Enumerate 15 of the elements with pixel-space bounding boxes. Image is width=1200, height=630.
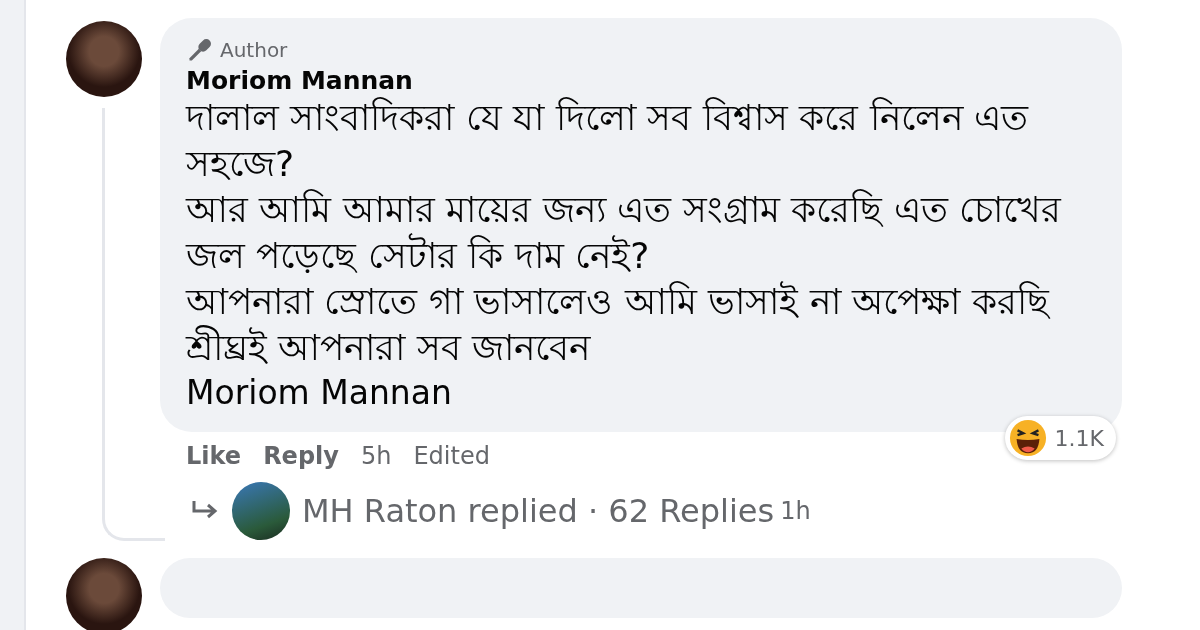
action-link[interactable]: Reply bbox=[263, 442, 339, 470]
action-link[interactable]: Like bbox=[186, 442, 242, 470]
comment-text: আর আমি আমার মায়ের জন্য এত সংগ্রাম করেছি এত চোখের জল পড়েছে সেটার কি দাম নেই? bbox=[186, 188, 1063, 278]
avatar[interactable] bbox=[232, 482, 290, 540]
author-name[interactable]: Moriom Mannan bbox=[186, 66, 1096, 95]
meta-text: Edited bbox=[413, 442, 490, 470]
laughing-emoji-icon bbox=[1008, 419, 1047, 457]
signature-text: Moriom Mannan bbox=[186, 373, 453, 412]
author-label: Author bbox=[220, 38, 288, 62]
comment-text: আপনারা স্রোতে গা ভাসালেও আমি ভাসাই না অপেক্ষা করছি শ্রীঘ্রই আপনারা সব জানবেন bbox=[186, 280, 1051, 370]
reply-time: 1h bbox=[780, 497, 811, 525]
replies-link[interactable]: MH Raton replied · 62 Replies bbox=[302, 492, 775, 530]
comment-text: দালাল সাংবাদিকরা যে যা দিলো সব বিশ্বাস করে নিলেন এত সহজে? bbox=[186, 96, 1030, 186]
meta-text: 5h bbox=[360, 442, 392, 470]
reaction-count[interactable]: 1.1K bbox=[1004, 416, 1116, 460]
